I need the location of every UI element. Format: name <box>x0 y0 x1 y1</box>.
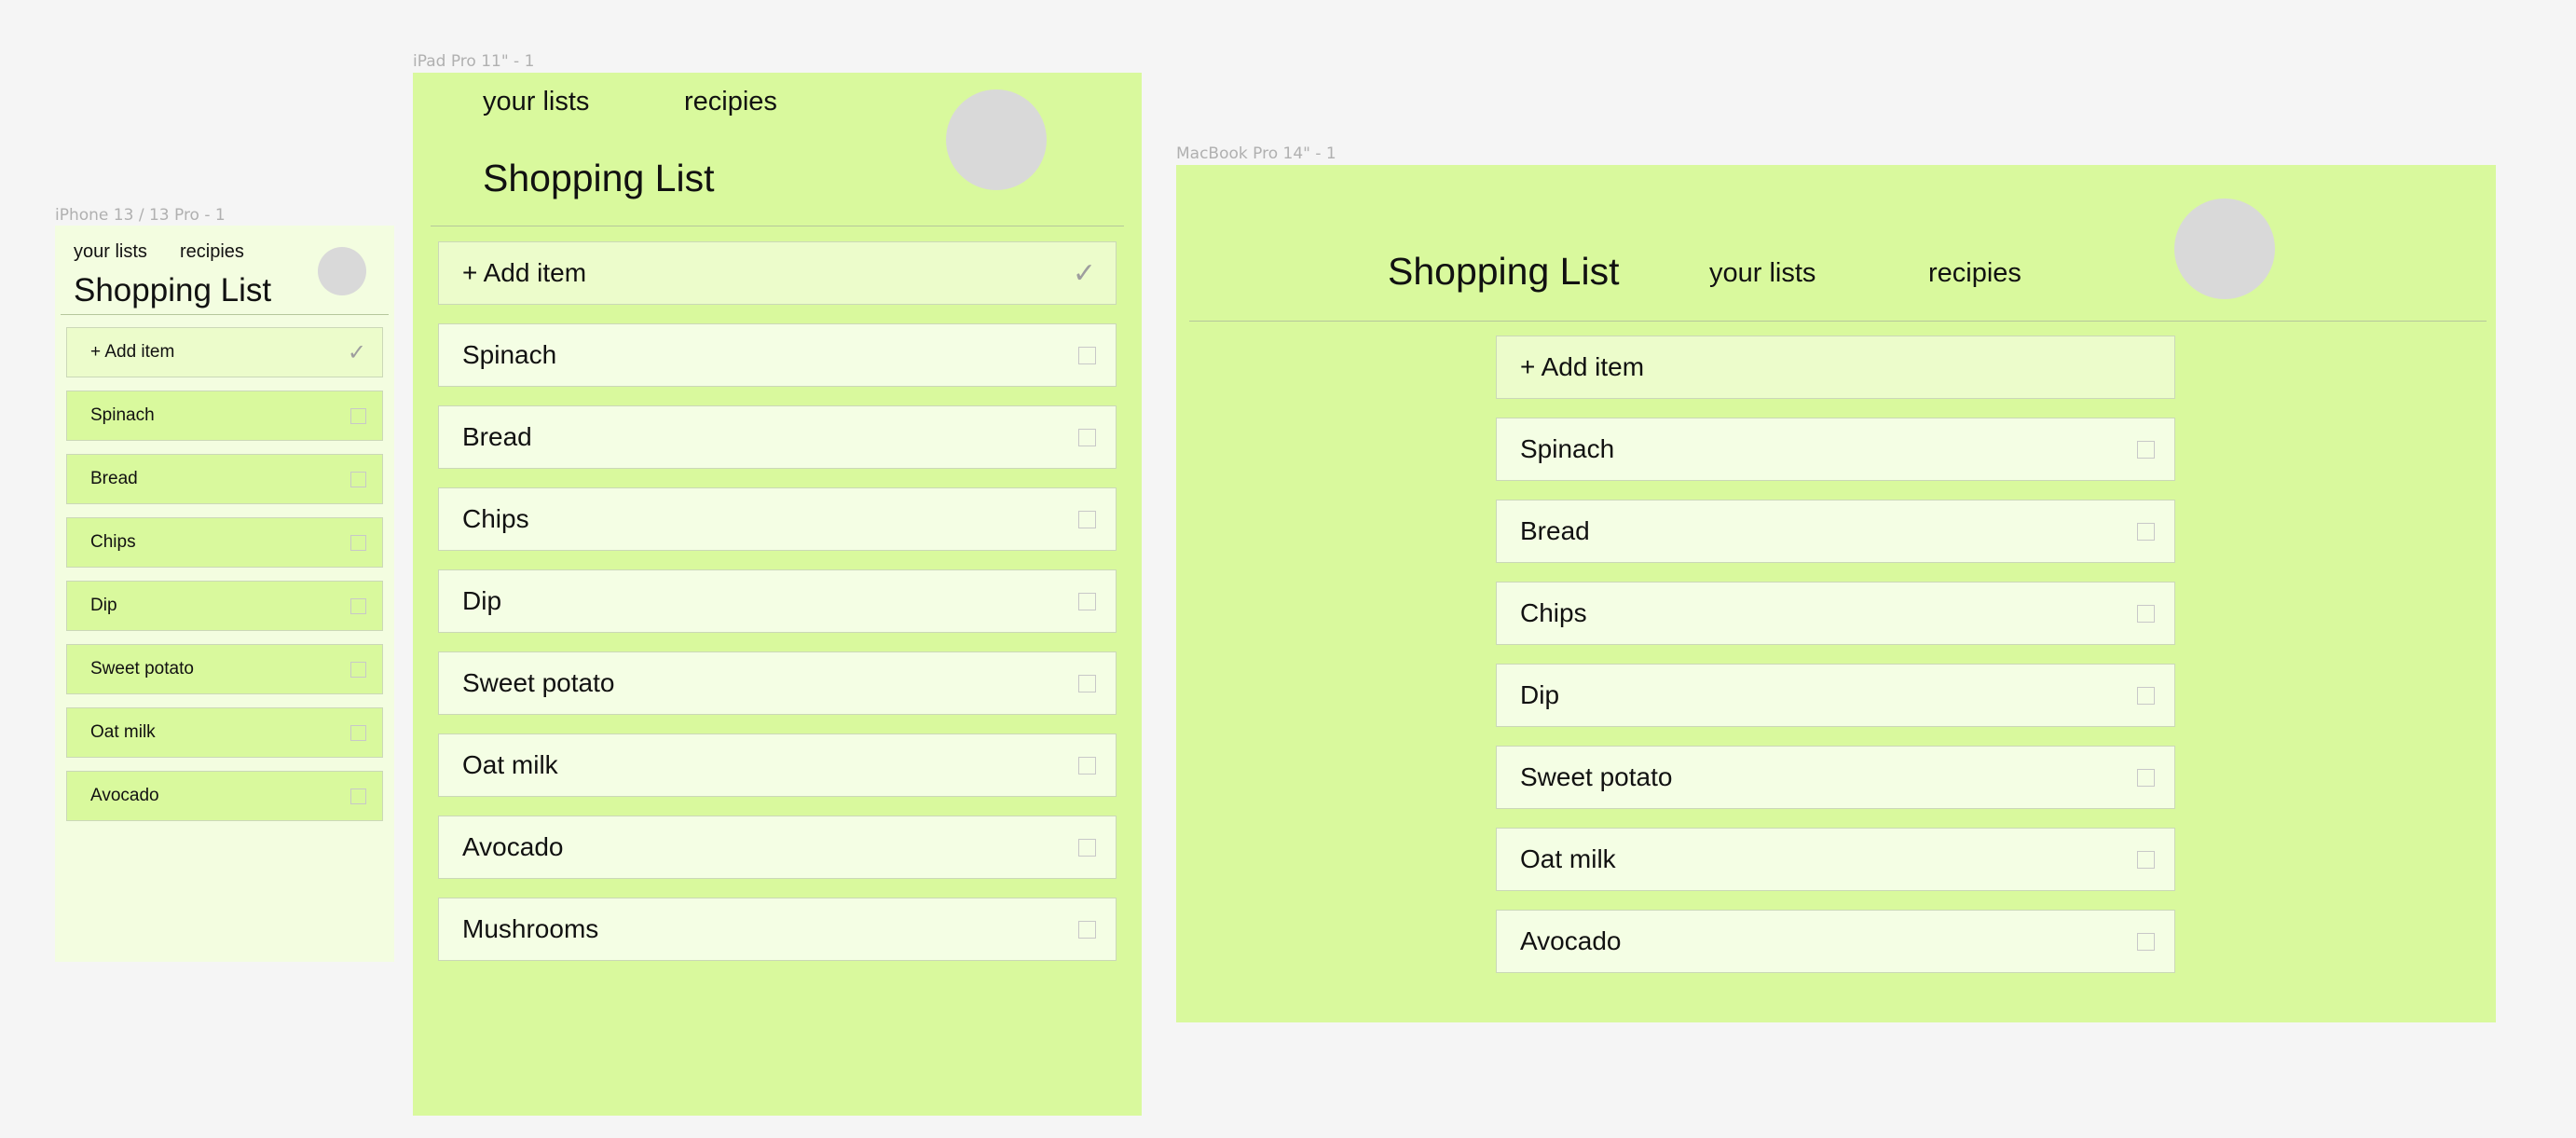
item-label: Spinach <box>90 405 155 425</box>
avatar[interactable] <box>318 247 366 295</box>
shopping-list: + Add item Spinach Bread Chips Dip Sweet… <box>1496 336 2175 992</box>
frame-label-macbook: MacBook Pro 14" - 1 <box>1176 144 1336 163</box>
checkbox-icon[interactable] <box>1078 674 1096 692</box>
checkbox-icon[interactable] <box>350 597 366 614</box>
item-label: Sweet potato <box>462 668 615 697</box>
list-item[interactable]: Sweet potato <box>438 651 1117 715</box>
list-item[interactable]: Chips <box>438 487 1117 551</box>
checkbox-icon[interactable] <box>1078 920 1096 939</box>
checkbox-icon[interactable] <box>2137 686 2155 705</box>
checkbox-icon[interactable] <box>2137 932 2155 951</box>
checkbox-icon[interactable] <box>350 407 366 424</box>
add-item-label: + Add item <box>90 342 175 362</box>
item-label: Dip <box>90 596 117 615</box>
nav-recipies[interactable]: recipies <box>684 89 777 116</box>
checkmark-icon[interactable]: ✓ <box>1073 257 1096 290</box>
list-item[interactable]: Chips <box>66 517 383 568</box>
list-item[interactable]: Mushrooms <box>438 898 1117 961</box>
list-item[interactable]: Avocado <box>66 771 383 821</box>
list-item[interactable]: Bread <box>438 405 1117 469</box>
checkbox-icon[interactable] <box>350 534 366 551</box>
list-item[interactable]: Bread <box>1496 500 2175 563</box>
item-label: Mushrooms <box>462 914 599 943</box>
checkbox-icon[interactable] <box>1078 346 1096 364</box>
checkbox-icon[interactable] <box>350 661 366 678</box>
item-label: Avocado <box>1520 926 1622 955</box>
item-label: Sweet potato <box>90 659 194 679</box>
avatar[interactable] <box>2174 199 2275 299</box>
checkbox-icon[interactable] <box>2137 604 2155 623</box>
list-item[interactable]: Oat milk <box>438 734 1117 797</box>
item-label: Oat milk <box>1520 844 1616 873</box>
checkbox-icon[interactable] <box>350 724 366 741</box>
avatar[interactable] <box>946 89 1047 190</box>
shopping-list: + Add item ✓ Spinach Bread Chips Dip Swe… <box>438 241 1117 980</box>
item-label: Bread <box>1520 516 1590 545</box>
add-item-label: + Add item <box>1520 352 1645 381</box>
list-item[interactable]: Dip <box>438 569 1117 633</box>
list-item[interactable]: Oat milk <box>1496 828 2175 891</box>
list-item[interactable]: Spinach <box>1496 418 2175 481</box>
checkbox-icon[interactable] <box>1078 510 1096 528</box>
frame-label-iphone: iPhone 13 / 13 Pro - 1 <box>55 206 226 225</box>
checkbox-icon[interactable] <box>2137 522 2155 541</box>
item-label: Oat milk <box>90 722 156 742</box>
checkbox-icon[interactable] <box>1078 592 1096 610</box>
item-label: Spinach <box>462 340 557 369</box>
item-label: Bread <box>90 469 138 488</box>
checkbox-icon[interactable] <box>350 471 366 487</box>
list-item[interactable]: Chips <box>1496 582 2175 645</box>
header-divider <box>61 314 389 315</box>
page-title: Shopping List <box>74 272 272 308</box>
item-label: Oat milk <box>462 750 558 779</box>
list-item[interactable]: Dip <box>1496 664 2175 727</box>
checkbox-icon[interactable] <box>350 788 366 804</box>
checkbox-icon[interactable] <box>2137 850 2155 869</box>
item-label: Sweet potato <box>1520 762 1673 791</box>
item-label: Bread <box>462 422 532 451</box>
checkbox-icon[interactable] <box>2137 768 2155 787</box>
list-item[interactable]: Bread <box>66 454 383 504</box>
item-label: Dip <box>1520 680 1560 709</box>
checkbox-icon[interactable] <box>2137 440 2155 459</box>
ipad-frame: your lists recipies Shopping List + Add … <box>413 73 1142 1116</box>
item-label: Dip <box>462 586 502 615</box>
add-item-row[interactable]: + Add item ✓ <box>66 327 383 377</box>
nav-recipies[interactable]: recipies <box>180 242 244 261</box>
iphone-frame: your lists recipies Shopping List + Add … <box>55 226 394 962</box>
frame-label-ipad: iPad Pro 11" - 1 <box>413 52 535 71</box>
item-label: Avocado <box>90 786 159 805</box>
nav-your-lists[interactable]: your lists <box>483 89 589 116</box>
nav-your-lists[interactable]: your lists <box>1709 260 1816 287</box>
list-item[interactable]: Sweet potato <box>1496 746 2175 809</box>
page-title: Shopping List <box>483 157 715 199</box>
list-item[interactable]: Avocado <box>438 816 1117 879</box>
checkbox-icon[interactable] <box>1078 428 1096 446</box>
item-label: Chips <box>90 532 136 552</box>
list-item[interactable]: Dip <box>66 581 383 631</box>
checkbox-icon[interactable] <box>1078 838 1096 857</box>
list-item[interactable]: Sweet potato <box>66 644 383 694</box>
add-item-label: + Add item <box>462 258 587 287</box>
item-label: Spinach <box>1520 434 1615 463</box>
item-label: Chips <box>462 504 529 533</box>
header-divider <box>1189 321 2487 322</box>
shopping-list: + Add item ✓ Spinach Bread Chips Dip Swe… <box>66 327 383 834</box>
macbook-frame: Shopping List your lists recipies + Add … <box>1176 165 2496 1022</box>
add-item-row[interactable]: + Add item ✓ <box>438 241 1117 305</box>
list-item[interactable]: Oat milk <box>66 707 383 758</box>
list-item[interactable]: Spinach <box>66 391 383 441</box>
nav-recipies[interactable]: recipies <box>1928 260 2021 287</box>
page-title: Shopping List <box>1388 250 1620 293</box>
list-item[interactable]: Spinach <box>438 323 1117 387</box>
item-label: Avocado <box>462 832 564 861</box>
add-item-row[interactable]: + Add item <box>1496 336 2175 399</box>
checkmark-icon[interactable]: ✓ <box>348 339 366 366</box>
list-item[interactable]: Avocado <box>1496 910 2175 973</box>
item-label: Chips <box>1520 598 1587 627</box>
nav-your-lists[interactable]: your lists <box>74 242 147 261</box>
checkbox-icon[interactable] <box>1078 756 1096 775</box>
